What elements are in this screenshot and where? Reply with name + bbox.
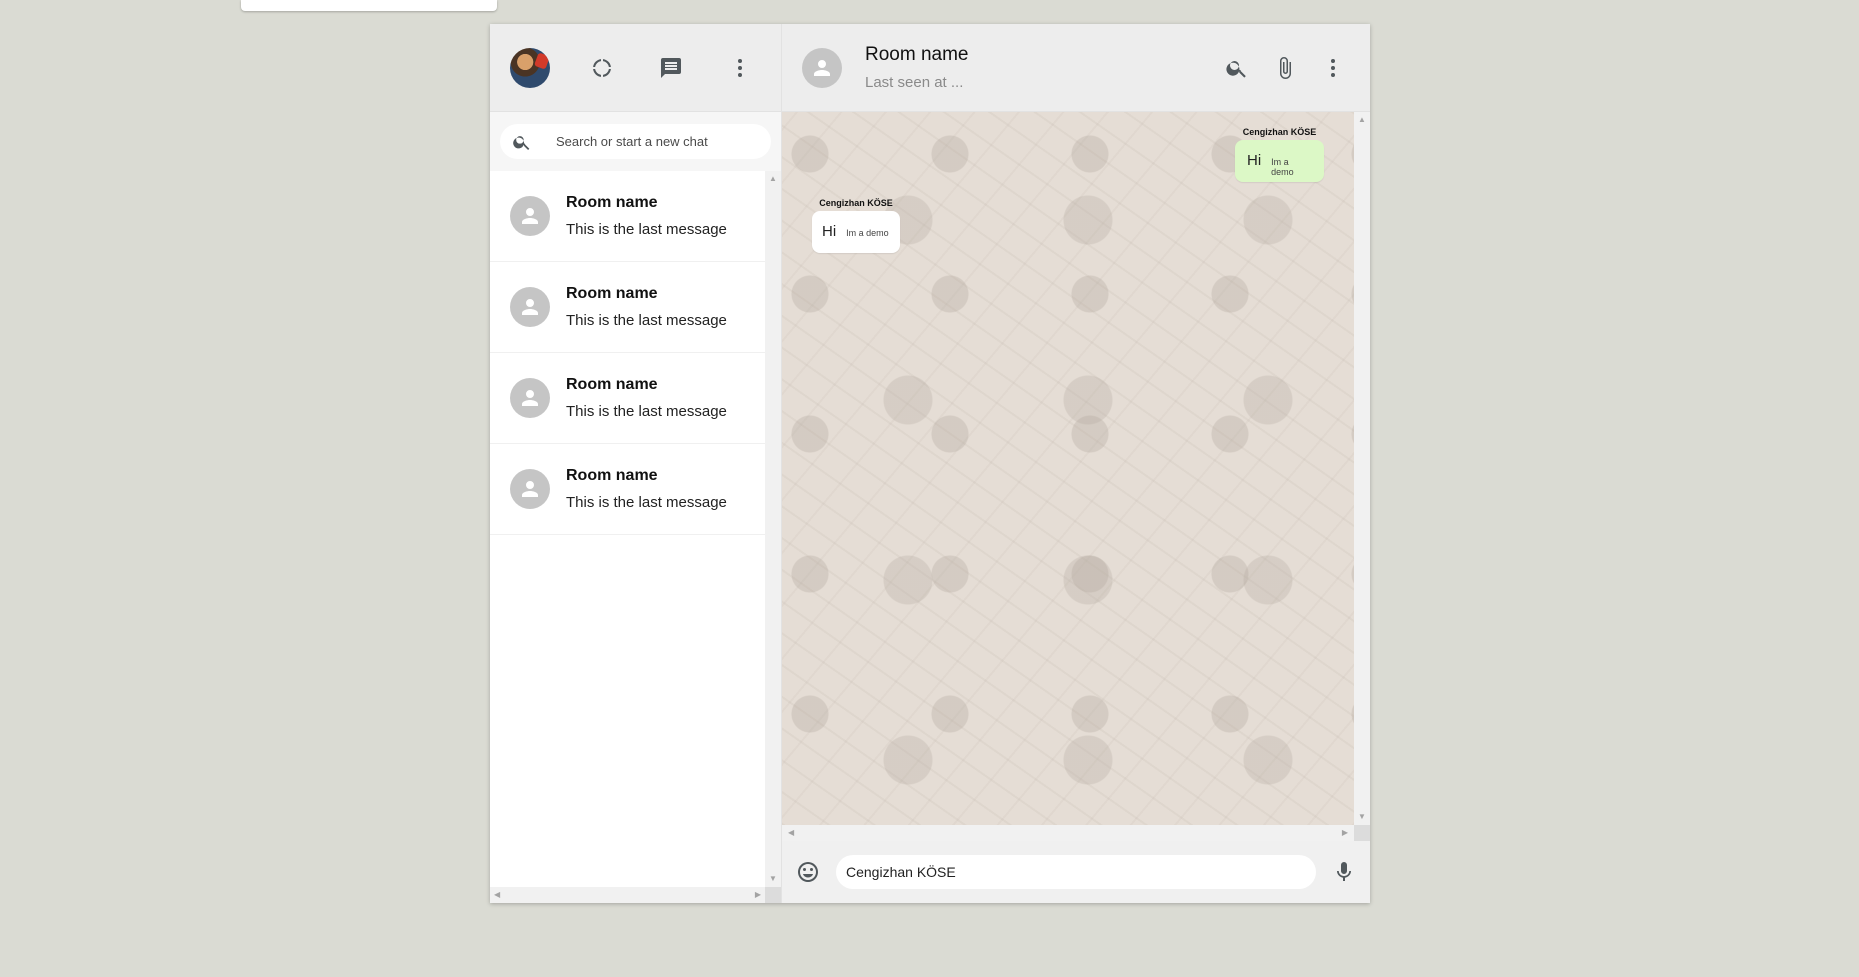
room-avatar: [510, 196, 550, 236]
sidebar-header-icons: [578, 48, 763, 88]
chat-info: Room name This is the last message: [566, 467, 727, 511]
chat-list: Room name This is the last message Room …: [490, 171, 765, 887]
room-last-seen: Last seen at ...: [865, 74, 964, 91]
scroll-left-arrow-icon[interactable]: ◀: [788, 829, 794, 837]
emoji-button[interactable]: [792, 852, 824, 892]
person-icon: [522, 390, 538, 406]
room-avatar: [510, 378, 550, 418]
sent-message[interactable]: Cengizhan KÖSE Hi Im a demo: [1235, 127, 1324, 182]
scroll-down-arrow-icon[interactable]: ▼: [1358, 813, 1366, 821]
emoji-icon: [798, 862, 818, 882]
room-info[interactable]: Room name Last seen at ...: [865, 44, 969, 91]
messages-horizontal-scrollbar[interactable]: ◀ ▶: [782, 825, 1354, 841]
person-icon: [522, 208, 538, 224]
chat-header-icons: [1213, 48, 1356, 88]
search-box: [500, 124, 771, 159]
chat-body-container: Cengizhan KÖSE Hi Im a demo Cengizhan KÖ…: [782, 112, 1370, 841]
chat-menu-button[interactable]: [1309, 48, 1356, 88]
new-chat-button[interactable]: [647, 48, 694, 88]
chat-panel: Room name Last seen at ... Cengizhan KÖS…: [782, 24, 1370, 903]
chat-list-item[interactable]: Room name This is the last message: [490, 353, 765, 444]
scroll-up-arrow-icon[interactable]: ▲: [769, 175, 777, 183]
attach-icon: [1279, 56, 1291, 79]
search-bar: [490, 112, 781, 171]
message-text: Hi: [822, 223, 837, 240]
attach-button[interactable]: [1261, 48, 1308, 88]
room-title: Room name: [865, 44, 969, 65]
scroll-right-arrow-icon[interactable]: ▶: [1342, 829, 1348, 837]
search-icon: [513, 135, 530, 150]
message-composer: [782, 841, 1370, 903]
chat-info: Room name This is the last message: [566, 376, 727, 420]
scroll-down-arrow-icon[interactable]: ▼: [769, 875, 777, 883]
mic-icon: [1337, 862, 1351, 881]
room-avatar: [510, 287, 550, 327]
message-subtext: Im a demo: [846, 228, 889, 238]
message-subtext: Im a demo: [1271, 157, 1294, 177]
status-button[interactable]: [578, 48, 625, 88]
sidebar-header: [490, 24, 781, 112]
sidebar-menu-button[interactable]: [716, 48, 763, 88]
person-icon: [522, 299, 538, 315]
person-icon: [522, 481, 538, 497]
chat-list-vertical-scrollbar[interactable]: ▲ ▼: [765, 171, 781, 887]
more-vert-icon: [737, 58, 742, 77]
chat-last-message: This is the last message: [566, 403, 727, 420]
chat-room-name: Room name: [566, 285, 658, 302]
chat-room-name: Room name: [566, 194, 658, 211]
chat-list-container: Room name This is the last message Room …: [490, 171, 781, 903]
chat-last-message: This is the last message: [566, 494, 727, 511]
received-message[interactable]: Cengizhan KÖSE Hi Im a demo: [812, 198, 900, 253]
chat-info: Room name This is the last message: [566, 194, 727, 238]
message-text: Hi: [1247, 152, 1262, 169]
messages-vertical-scrollbar[interactable]: ▲ ▼: [1354, 112, 1370, 825]
chat-app: Room name This is the last message Room …: [490, 24, 1370, 903]
search-icon: [1225, 60, 1246, 78]
chat-room-name: Room name: [566, 467, 658, 484]
status-ring-icon: [592, 58, 611, 77]
person-icon: [814, 59, 830, 76]
chat-room-name: Room name: [566, 376, 658, 393]
voice-message-button[interactable]: [1328, 852, 1360, 892]
room-avatar[interactable]: [802, 47, 842, 88]
scrollbar-corner: [1354, 825, 1370, 841]
search-messages-button[interactable]: [1213, 48, 1260, 88]
chat-last-message: This is the last message: [566, 312, 727, 329]
scroll-up-arrow-icon[interactable]: ▲: [1358, 116, 1366, 124]
room-avatar: [510, 469, 550, 509]
chat-list-horizontal-scrollbar[interactable]: ◀ ▶: [490, 887, 765, 903]
chat-icon: [660, 57, 681, 78]
scroll-right-arrow-icon[interactable]: ▶: [755, 891, 761, 899]
message-input[interactable]: [836, 855, 1316, 889]
scrollbar-corner: [765, 887, 781, 903]
message-sender: Cengizhan KÖSE: [1242, 127, 1317, 137]
chat-header: Room name Last seen at ...: [782, 24, 1370, 112]
chat-list-item[interactable]: Room name This is the last message: [490, 262, 765, 353]
chat-last-message: This is the last message: [566, 221, 727, 238]
background-window-edge: [241, 0, 497, 11]
message-area: Cengizhan KÖSE Hi Im a demo Cengizhan KÖ…: [782, 112, 1354, 825]
chat-list-item[interactable]: Room name This is the last message: [490, 171, 765, 262]
user-avatar[interactable]: [510, 47, 550, 88]
scroll-left-arrow-icon[interactable]: ◀: [494, 891, 500, 899]
chat-info: Room name This is the last message: [566, 285, 727, 329]
search-input[interactable]: [554, 133, 758, 150]
message-sender: Cengizhan KÖSE: [819, 198, 893, 208]
more-vert-icon: [1330, 58, 1335, 77]
sidebar: Room name This is the last message Room …: [490, 24, 782, 903]
chat-list-item[interactable]: Room name This is the last message: [490, 444, 765, 535]
